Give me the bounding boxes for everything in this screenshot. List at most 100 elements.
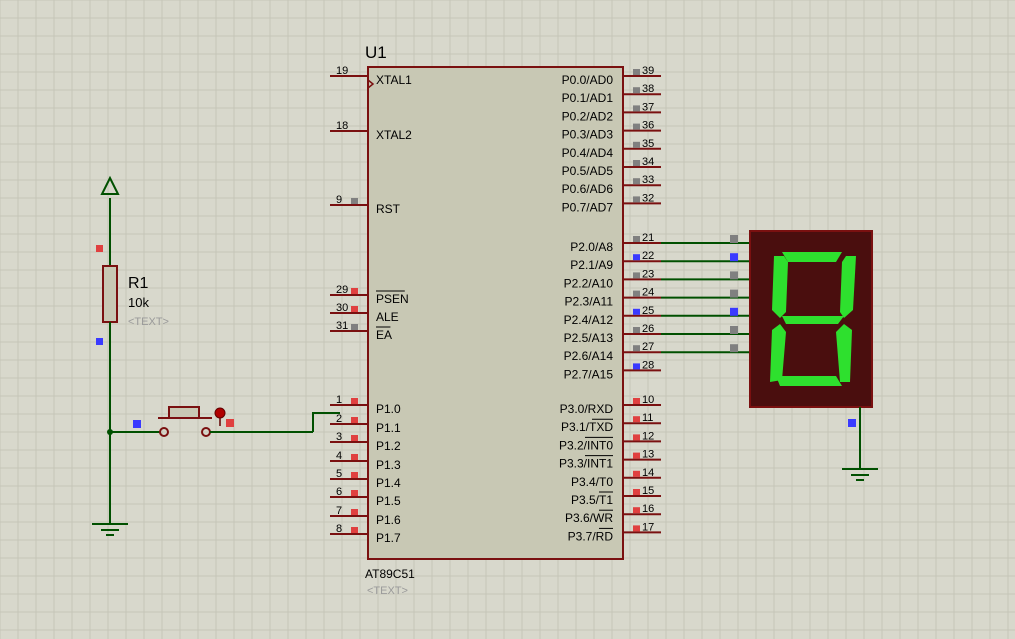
segment-input-indicator: [730, 307, 738, 316]
pin-label: P3.2/INT0: [559, 438, 613, 452]
segment-input-indicator: [730, 326, 738, 334]
pin-number: 19: [336, 65, 348, 77]
pin-label: P2.2/A10: [564, 276, 614, 290]
pin-state-indicator: [633, 308, 640, 315]
pin-label: P2.1/A9: [570, 258, 613, 272]
pin-state-indicator: [351, 509, 358, 515]
pin-number: 13: [642, 449, 654, 461]
pin-label: P3.0/RXD: [560, 402, 614, 416]
pin-number: 34: [642, 156, 654, 168]
segment-input-indicator: [730, 344, 738, 353]
pin-number: 5: [336, 468, 342, 480]
segment-a: [782, 252, 842, 262]
pin-label: P3.5/T1: [571, 493, 613, 507]
pin-state-indicator: [351, 288, 358, 294]
pin-state-indicator: [351, 490, 358, 496]
pin-number: 14: [642, 467, 654, 479]
resistor-icon[interactable]: [102, 265, 118, 323]
display-common-indicator: [848, 419, 856, 427]
pin-label: P3.1/TXD: [561, 420, 613, 434]
pin-state-indicator: [633, 489, 640, 495]
ground-icon[interactable]: [92, 432, 128, 536]
pin-label: P3.3/INT1: [559, 457, 613, 471]
chip-part-label: AT89C51: [365, 567, 415, 581]
pin-label: XTAL1: [376, 73, 412, 87]
pin-number: 7: [336, 505, 342, 517]
chip-text-placeholder: <TEXT>: [367, 585, 408, 597]
button-cap[interactable]: [168, 406, 200, 419]
pin-state-indicator: [633, 87, 640, 94]
pin-state-indicator: [633, 525, 640, 532]
pin-label: P0.3/AD3: [562, 128, 614, 142]
schematic-canvas[interactable]: U1 19 XTAL1 18 XTAL2 9 RST 29 PSEN 30 ALE 31 EA 1 P1.…: [0, 0, 1015, 639]
push-button-icon[interactable]: [107, 406, 313, 437]
pin-label: XTAL2: [376, 128, 412, 142]
segment-f: [772, 256, 788, 318]
pin-number: 32: [642, 192, 654, 204]
ground-icon[interactable]: [842, 468, 878, 481]
pin-state-indicator: [351, 454, 358, 460]
pin-number: 31: [336, 320, 348, 332]
pin-state-indicator: [633, 398, 640, 404]
resistor-pin-bottom-indicator: [96, 338, 103, 345]
pin-state-indicator: [633, 434, 640, 441]
microcontroller-u1[interactable]: U1 19 XTAL1 18 XTAL2 9 RST 29 PSEN 30 ALE 31 EA 1 P1.…: [330, 43, 661, 597]
pin-state-indicator: [633, 254, 640, 261]
pin-number: 6: [336, 486, 342, 498]
pin-number: 39: [642, 65, 654, 77]
pin-state-indicator: [351, 398, 358, 404]
pin-label: P1.0: [376, 402, 401, 416]
pin-label: RST: [376, 202, 401, 216]
pin-number: 29: [336, 284, 348, 296]
pin-label: P0.6/AD6: [562, 182, 614, 196]
pin-label: PSEN: [376, 292, 409, 306]
pin-number: 3: [336, 431, 342, 443]
button-right-indicator: [226, 419, 234, 427]
pin-label: P1.5: [376, 494, 401, 508]
pin-state-indicator: [633, 272, 640, 279]
pin-state-indicator: [351, 417, 358, 423]
chip-reference-label: U1: [365, 43, 387, 62]
resistor-ref-label: R1: [128, 275, 149, 292]
pin-state-indicator: [633, 236, 640, 242]
pin-label: P0.0/AD0: [562, 73, 614, 87]
button-left-indicator: [133, 420, 141, 428]
pin-number: 25: [642, 305, 654, 317]
pin-state-indicator: [351, 324, 358, 330]
pin-label: P1.6: [376, 513, 401, 527]
pin-number: 15: [642, 485, 654, 497]
resistor-text-placeholder: <TEXT>: [128, 316, 169, 328]
button-state-probe: [214, 407, 226, 419]
segment-input-indicator: [730, 271, 738, 280]
pin-state-indicator: [633, 416, 640, 423]
pin-state-indicator: [633, 345, 640, 352]
pin-number: 24: [642, 287, 654, 299]
pin-state-indicator: [633, 141, 640, 148]
pin-label: P1.1: [376, 421, 401, 435]
pin-label: P0.2/AD2: [562, 109, 614, 123]
pin-label: EA: [376, 328, 392, 342]
pin-state-indicator: [633, 290, 640, 297]
pin-label: P3.6/WR: [565, 511, 613, 525]
pin-state-indicator: [633, 196, 640, 203]
pin-state-indicator: [633, 452, 640, 459]
pin-number: 22: [642, 250, 654, 262]
pin-state-indicator: [633, 69, 640, 75]
pin-label: P0.7/AD7: [562, 200, 614, 214]
pin-number: 11: [642, 412, 653, 424]
pin-number: 27: [642, 341, 654, 353]
seven-segment-display-icon[interactable]: [661, 230, 878, 481]
pin-state-indicator: [633, 105, 640, 112]
pin-state-indicator: [633, 178, 640, 185]
pin-number: 12: [642, 430, 654, 442]
pin-label: ALE: [376, 310, 399, 324]
pin-number: 37: [642, 101, 654, 113]
pin-label: P0.4/AD4: [562, 146, 614, 160]
pin-label: P1.2: [376, 439, 401, 453]
pin-state-indicator: [351, 527, 358, 533]
pin-state-indicator: [633, 363, 640, 370]
pin-label: P2.7/A15: [564, 367, 614, 381]
pin-number: 17: [642, 521, 654, 533]
pin-state-indicator: [633, 160, 640, 166]
segment-g: [782, 316, 844, 324]
